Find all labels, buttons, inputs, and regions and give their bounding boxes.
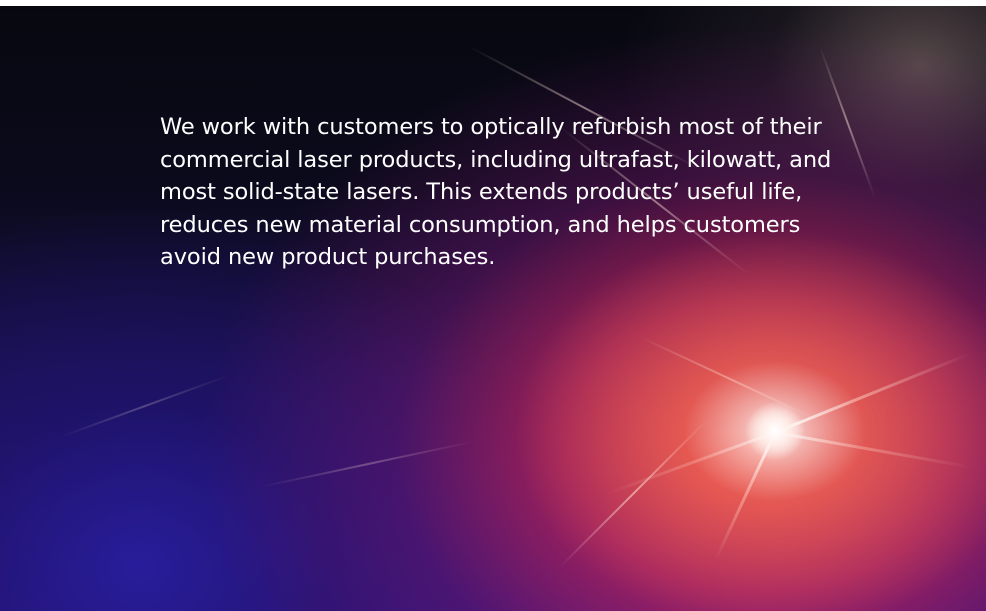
light-streak xyxy=(259,440,476,488)
light-streak xyxy=(559,417,710,568)
hero-section: We work with customers to optically refu… xyxy=(0,6,986,611)
hero-body-text: We work with customers to optically refu… xyxy=(160,114,832,270)
light-streak xyxy=(59,374,230,438)
light-flare xyxy=(745,401,805,461)
